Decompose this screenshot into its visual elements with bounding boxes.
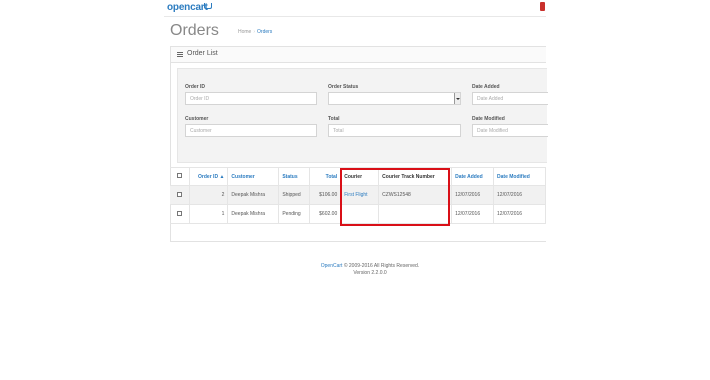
row-checkbox[interactable] <box>177 191 183 197</box>
page-title: Orders <box>170 22 219 39</box>
row-checkbox[interactable] <box>177 210 183 216</box>
breadcrumb: Home › Orders <box>238 29 272 35</box>
order-id-placeholder: Order ID <box>190 96 210 102</box>
date-added-cell: 12/07/2016 <box>451 204 495 224</box>
total-cell: $106.00 <box>309 185 342 205</box>
courier-cell <box>340 204 380 224</box>
table-row: 2 Deepak Mishra Shipped $106.00 First Fl… <box>170 185 546 205</box>
courier-link[interactable]: First Flight <box>344 192 367 198</box>
sort-up-icon: ▲ <box>219 173 225 180</box>
total-label: Total <box>328 116 340 122</box>
customer-input[interactable]: Customer <box>185 124 317 137</box>
customer-label: Customer <box>185 116 209 122</box>
track-number-cell: CZWS12548 <box>378 185 453 205</box>
opencart-link[interactable]: OpenCart <box>321 263 343 269</box>
col-date-modified[interactable]: Date Modified <box>493 167 546 186</box>
orders-table: Order ID ▲ Customer Status Total Courier… <box>170 167 546 224</box>
top-header: opencart <box>164 0 546 17</box>
col-status[interactable]: Status <box>278 167 311 186</box>
version-text: Version 2.2.0.0 <box>353 270 387 276</box>
date-added-input[interactable]: Date Added <box>472 92 548 105</box>
table-header-row: Order ID ▲ Customer Status Total Courier… <box>170 167 546 186</box>
col-courier[interactable]: Courier <box>340 167 380 186</box>
customer-cell: Deepak Mishra <box>227 185 280 205</box>
col-order-id[interactable]: Order ID ▲ <box>189 167 229 186</box>
chevron-down-icon[interactable] <box>454 93 460 104</box>
customer-cell: Deepak Mishra <box>227 204 280 224</box>
date-added-cell: 12/07/2016 <box>451 185 495 205</box>
status-cell: Pending <box>278 204 311 224</box>
total-cell: $602.00 <box>309 204 342 224</box>
status-cell: Shipped <box>278 185 311 205</box>
breadcrumb-home[interactable]: Home <box>238 29 251 35</box>
date-modified-placeholder: Date Modified <box>477 128 508 134</box>
footer-copyright-line: OpenCart © 2009-2016 All Rights Reserved… <box>300 263 440 270</box>
col-courier-track-number[interactable]: Courier Track Number <box>378 167 453 186</box>
track-number-cell <box>378 204 453 224</box>
panel-title: Order List <box>187 50 218 57</box>
select-all-checkbox[interactable] <box>177 173 183 178</box>
user-menu-icon[interactable] <box>540 2 545 11</box>
date-modified-label: Date Modified <box>472 116 505 122</box>
col-order-id-label: Order ID <box>198 173 219 180</box>
select-all-cell <box>170 167 191 186</box>
courier-cell: First Flight <box>340 185 380 205</box>
order-status-select[interactable] <box>328 92 461 105</box>
cart-logo-icon <box>204 3 212 9</box>
date-modified-cell: 12/07/2016 <box>493 204 546 224</box>
date-added-placeholder: Date Added <box>477 96 504 102</box>
date-added-label: Date Added <box>472 84 500 90</box>
col-total[interactable]: Total <box>309 167 342 186</box>
row-select-cell <box>170 204 191 224</box>
total-placeholder: Total <box>333 128 344 134</box>
total-input[interactable]: Total <box>328 124 461 137</box>
date-modified-cell: 12/07/2016 <box>493 185 546 205</box>
list-icon <box>177 52 183 57</box>
col-customer[interactable]: Customer <box>227 167 280 186</box>
footer: OpenCart © 2009-2016 All Rights Reserved… <box>300 263 440 277</box>
order-id-cell: 1 <box>189 204 229 224</box>
filter-box: Order ID Order ID Order Status Date Adde… <box>177 68 548 163</box>
panel-heading: Order List <box>171 47 546 63</box>
date-modified-input[interactable]: Date Modified <box>472 124 548 137</box>
order-id-label: Order ID <box>185 84 206 90</box>
order-status-label: Order Status <box>328 84 359 90</box>
col-date-added[interactable]: Date Added <box>451 167 495 186</box>
order-id-cell: 2 <box>189 185 229 205</box>
customer-placeholder: Customer <box>190 128 212 134</box>
row-select-cell <box>170 185 191 205</box>
breadcrumb-orders[interactable]: Orders <box>257 29 272 35</box>
order-id-input[interactable]: Order ID <box>185 92 317 105</box>
table-row: 1 Deepak Mishra Pending $602.00 12/07/20… <box>170 204 546 224</box>
opencart-logo[interactable]: opencart <box>167 2 208 13</box>
copyright-text: © 2009-2016 All Rights Reserved. <box>342 263 420 269</box>
